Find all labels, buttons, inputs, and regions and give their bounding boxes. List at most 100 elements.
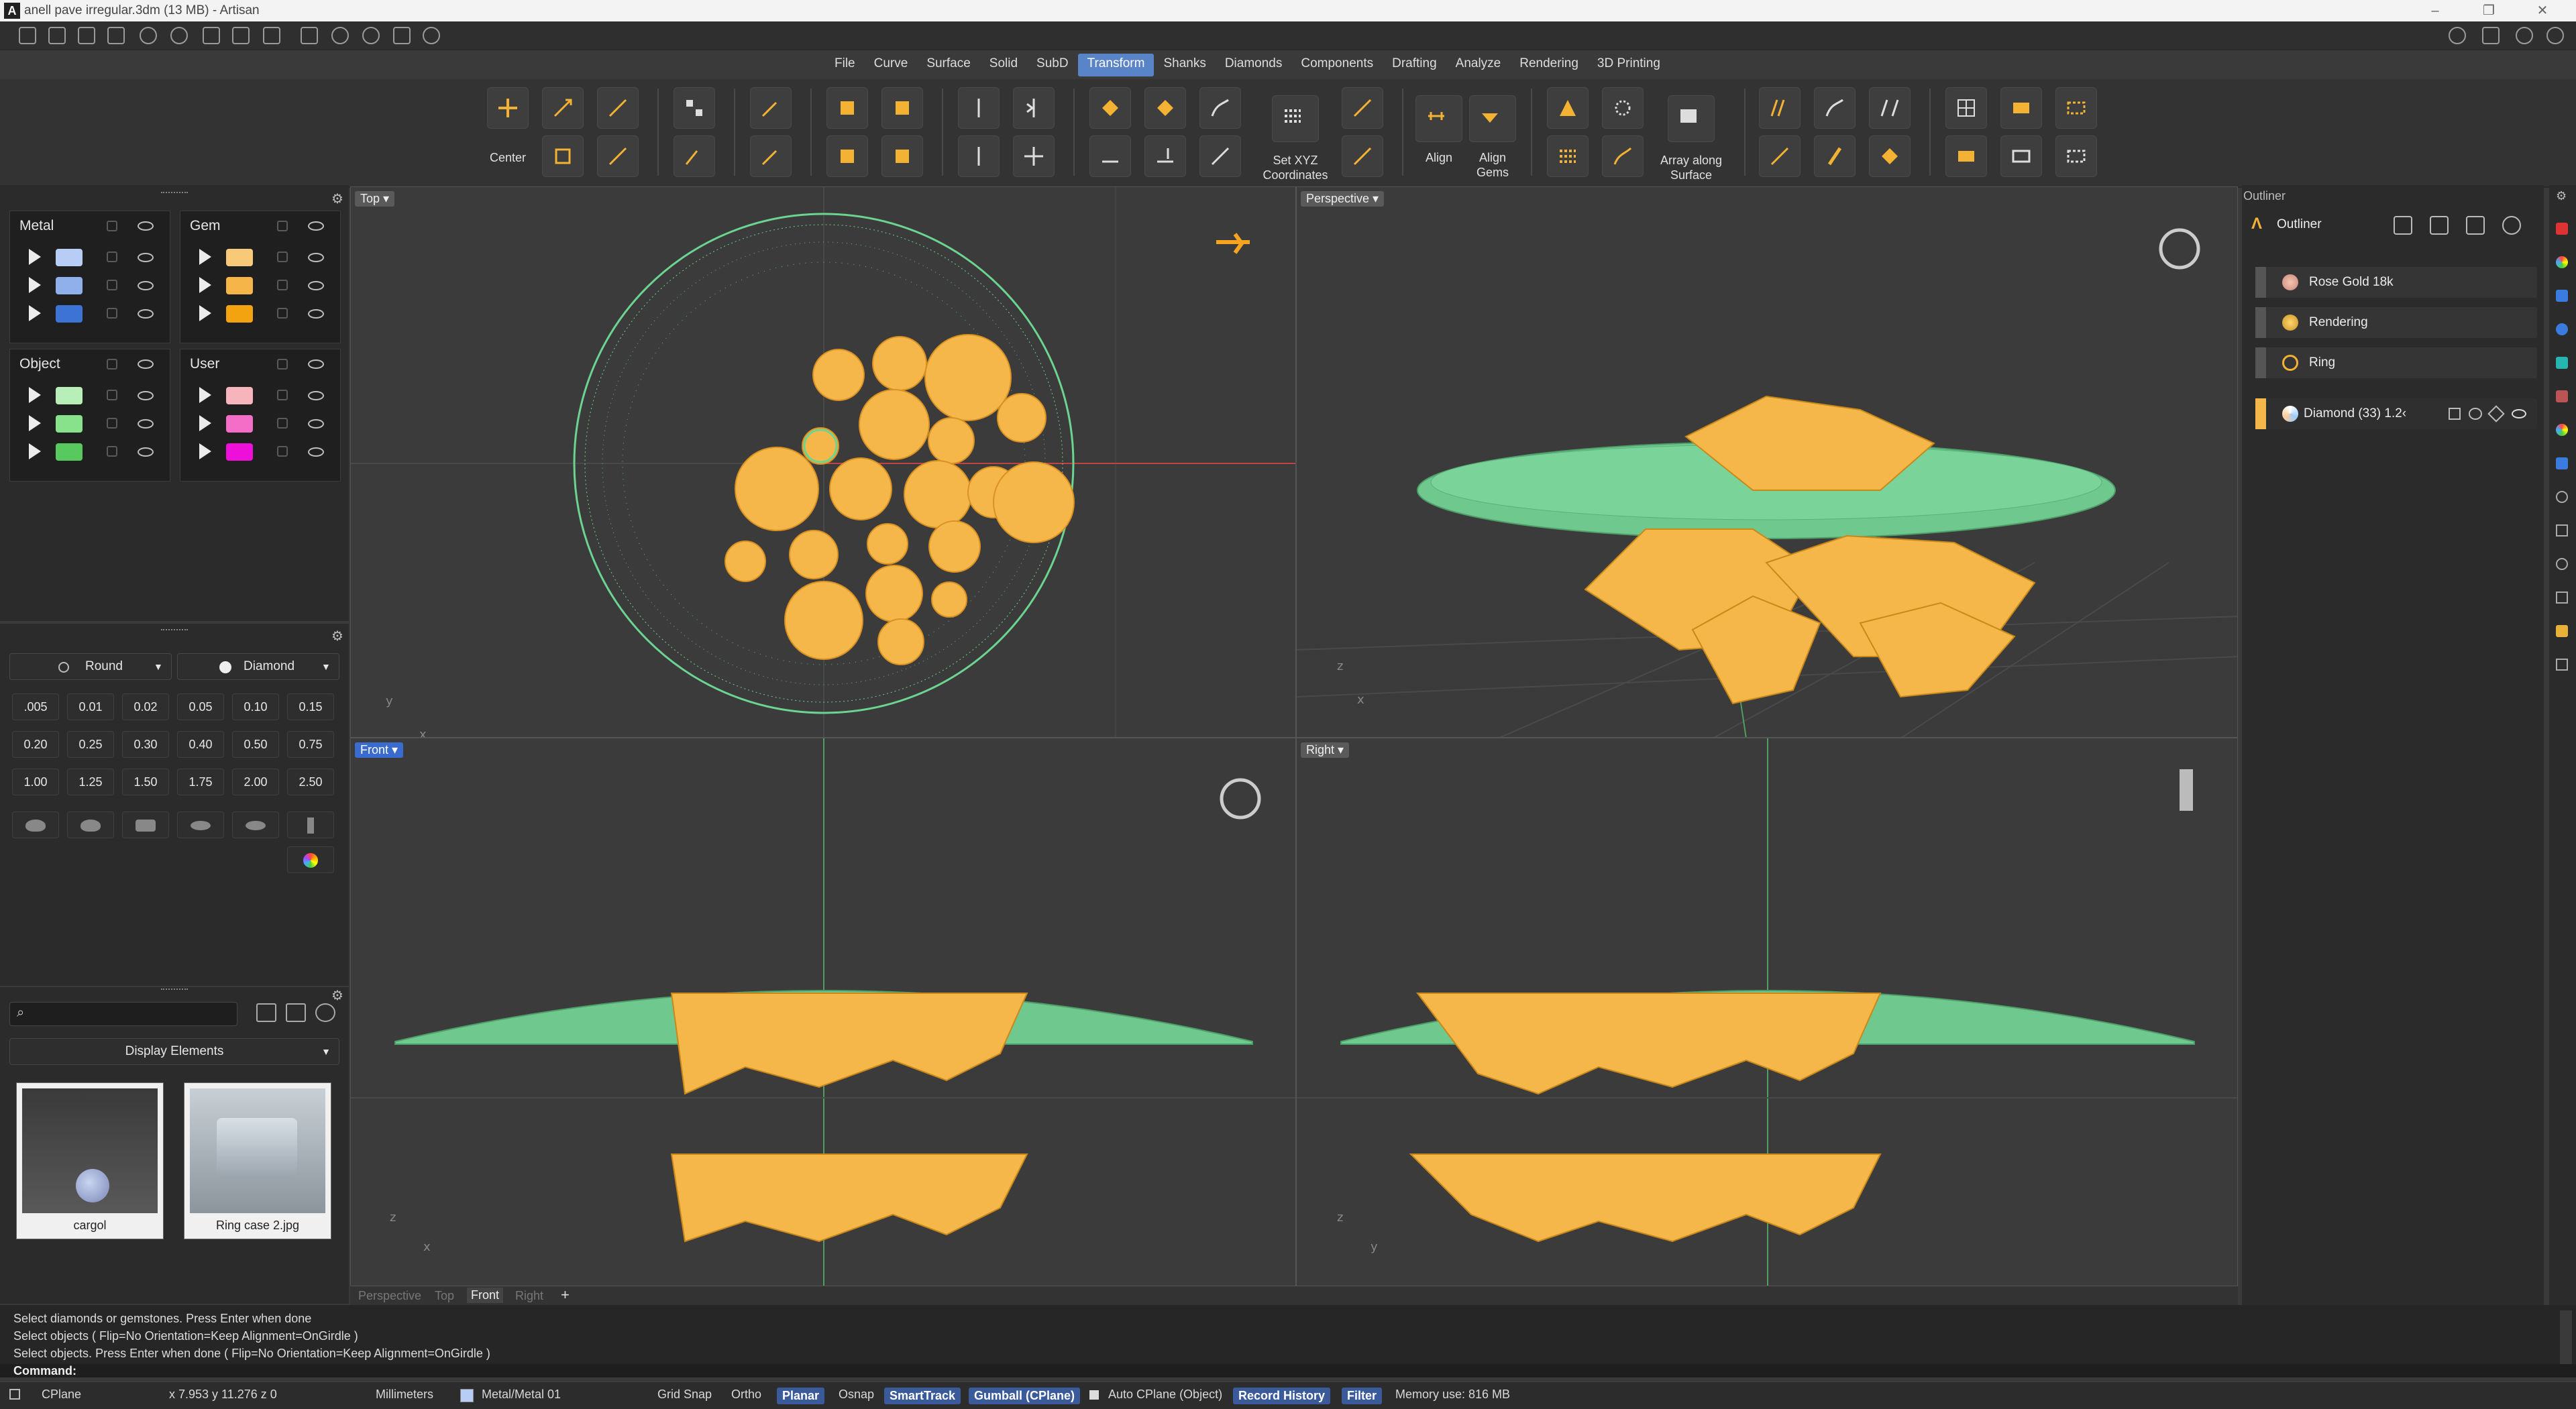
eye-icon[interactable]	[138, 253, 154, 262]
outliner-item-ring[interactable]: Ring	[2255, 347, 2537, 378]
play-icon[interactable]	[29, 249, 41, 265]
eye-icon[interactable]	[138, 359, 154, 369]
rotate-icon[interactable]	[362, 27, 380, 44]
eye-icon[interactable]	[308, 419, 324, 429]
eye-icon[interactable]	[308, 359, 324, 369]
list-icon[interactable]	[2449, 408, 2461, 420]
squish-button[interactable]	[1869, 135, 1911, 177]
unroll-button[interactable]	[2000, 87, 2042, 129]
flow-along-button[interactable]	[1759, 135, 1801, 177]
gem-swatch-3[interactable]	[226, 305, 253, 323]
flip-button[interactable]	[1013, 87, 1055, 129]
gem-size-button[interactable]: 0.40	[177, 731, 224, 758]
minimize-button[interactable]: –	[2415, 1, 2455, 20]
object-swatch-3[interactable]	[56, 443, 83, 461]
info-icon[interactable]	[2449, 27, 2466, 44]
metal-swatch-3[interactable]	[56, 305, 83, 323]
array-tool-button[interactable]	[674, 87, 715, 129]
box-edit-button[interactable]	[1869, 87, 1911, 129]
scale-nu-button[interactable]	[881, 135, 923, 177]
tab-right[interactable]: Right	[515, 1289, 543, 1303]
gem-size-button[interactable]: 0.05	[177, 693, 224, 720]
smarttrack-toggle[interactable]: SmartTrack	[884, 1388, 961, 1404]
polar-array-button[interactable]	[674, 135, 715, 177]
emboss-button[interactable]	[1945, 135, 1987, 177]
scale-1d-button[interactable]	[826, 135, 868, 177]
eye-icon[interactable]	[308, 391, 324, 400]
gem-size-button[interactable]: 0.25	[67, 731, 114, 758]
refresh-icon[interactable]	[315, 1003, 335, 1022]
lock-icon[interactable]	[277, 308, 288, 319]
new-template-icon[interactable]	[48, 27, 66, 44]
named-view-icon[interactable]	[2556, 659, 2568, 671]
auto-cplane-toggle[interactable]: Auto CPlane (Object)	[1108, 1388, 1222, 1402]
viewport-perspective-tab[interactable]: Perspective ▾	[1301, 191, 1385, 207]
move-icon[interactable]	[331, 27, 349, 44]
eye-icon[interactable]	[308, 309, 324, 319]
refresh-icon[interactable]	[2502, 216, 2521, 235]
project-button[interactable]	[1945, 87, 1987, 129]
viewport-top[interactable]: y x Top ▾	[350, 186, 1296, 738]
palette-icon[interactable]	[2556, 424, 2568, 436]
eye-icon[interactable]	[138, 221, 154, 231]
gem-size-button[interactable]: 2.00	[232, 769, 279, 795]
scale-2d-button[interactable]	[881, 87, 923, 129]
maximize-button[interactable]: ❐	[2469, 1, 2509, 20]
lock-icon[interactable]	[277, 446, 288, 457]
lock-icon[interactable]	[107, 390, 117, 400]
gem-size-button[interactable]: 0.02	[122, 693, 169, 720]
play-icon[interactable]	[199, 443, 211, 459]
lock-icon[interactable]	[107, 221, 117, 231]
library-item-ring-case[interactable]: Ring case 2.jpg	[184, 1082, 331, 1239]
balance-icon[interactable]	[2430, 216, 2449, 235]
gem-setting-button[interactable]	[232, 811, 279, 838]
smart-move-button[interactable]	[597, 87, 639, 129]
settings-icon[interactable]	[2546, 27, 2564, 44]
grid-snap-toggle[interactable]: Grid Snap	[657, 1388, 712, 1402]
user-swatch-1[interactable]	[226, 387, 253, 404]
gumball-icon[interactable]	[423, 27, 440, 44]
play-icon[interactable]	[29, 443, 41, 459]
mirror-button[interactable]	[958, 87, 1000, 129]
menu-shanks[interactable]: Shanks	[1154, 54, 1215, 76]
save-as-icon[interactable]	[232, 27, 250, 44]
menu-transform[interactable]: Transform	[1077, 54, 1155, 76]
gem-swatch-2[interactable]	[226, 277, 253, 294]
current-layer-label[interactable]: Metal/Metal 01	[482, 1388, 561, 1402]
eye-icon[interactable]	[2512, 409, 2526, 418]
layers-icon[interactable]	[2482, 27, 2500, 44]
viewport-top-tab[interactable]: Top ▾	[355, 191, 395, 207]
record-history-toggle[interactable]: Record History	[1233, 1388, 1331, 1404]
gumball-toggle[interactable]: Gumball (CPlane)	[969, 1388, 1081, 1404]
pick-icon[interactable]	[2394, 216, 2412, 235]
play-icon[interactable]	[199, 387, 211, 403]
array-along-curve-button[interactable]	[1602, 135, 1644, 177]
lock-icon[interactable]	[107, 446, 117, 457]
move-tool-button[interactable]	[542, 87, 584, 129]
play-icon[interactable]	[199, 415, 211, 431]
cplane-label[interactable]: CPlane	[42, 1388, 81, 1402]
orient-on-surface-button[interactable]	[1013, 135, 1055, 177]
gem-material-dropdown[interactable]: Diamond ▼	[177, 653, 339, 680]
cplane-icon[interactable]	[9, 1389, 20, 1400]
render-icon[interactable]	[2556, 290, 2568, 302]
metal-swatch-1[interactable]	[56, 249, 83, 266]
tab-perspective[interactable]: Perspective	[358, 1289, 421, 1303]
outliner-item-diamond[interactable]: Diamond (33) 1.2‹	[2255, 398, 2537, 429]
units-label[interactable]: Millimeters	[376, 1388, 433, 1402]
gem-swatch-1[interactable]	[226, 249, 253, 266]
gem-size-button[interactable]: 0.10	[232, 693, 279, 720]
menu-components[interactable]: Components	[1291, 54, 1383, 76]
panel-grip[interactable]	[161, 629, 188, 634]
user-swatch-2[interactable]	[226, 415, 253, 433]
gem-size-button[interactable]: 0.30	[122, 731, 169, 758]
eye-icon[interactable]	[308, 447, 324, 457]
play-icon[interactable]	[29, 387, 41, 403]
close-button[interactable]: ✕	[2522, 1, 2563, 20]
lock-icon[interactable]	[107, 251, 117, 262]
metal-swatch-2[interactable]	[56, 277, 83, 294]
align-gems-button[interactable]	[1469, 95, 1516, 142]
copy-tool-button[interactable]	[542, 135, 584, 177]
viewport-right-tab[interactable]: Right ▾	[1301, 742, 1350, 758]
center-tool-button[interactable]	[487, 87, 529, 129]
